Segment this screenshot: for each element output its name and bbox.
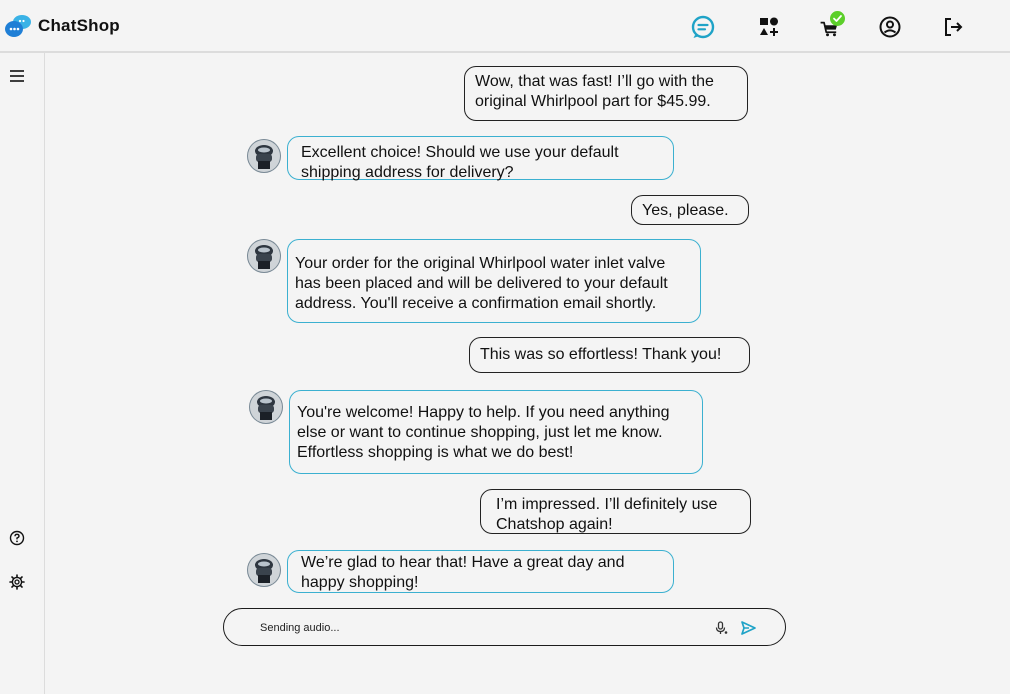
robot-avatar-icon <box>257 396 275 420</box>
bot-message: You're welcome! Happy to help. If you ne… <box>289 390 703 474</box>
brand[interactable]: ChatShop <box>4 10 120 42</box>
user-message: Yes, please. <box>631 195 749 225</box>
message-input[interactable] <box>258 617 682 639</box>
user-message: This was so effortless! Thank you! <box>469 337 750 373</box>
bot-avatar <box>247 553 281 587</box>
menu-icon[interactable] <box>7 66 27 86</box>
settings-icon[interactable] <box>7 572 27 592</box>
user-message: I’m impressed. I’ll definitely use Chats… <box>480 489 751 534</box>
top-header: ChatShop <box>0 0 1010 53</box>
logout-icon[interactable] <box>940 14 966 40</box>
bot-avatar <box>247 239 281 273</box>
robot-avatar-icon <box>255 559 273 583</box>
robot-avatar-icon <box>255 245 273 269</box>
bot-avatar <box>247 139 281 173</box>
help-icon[interactable] <box>7 528 27 548</box>
account-icon[interactable] <box>877 14 903 40</box>
app-name: ChatShop <box>38 16 120 35</box>
sidebar <box>0 53 45 694</box>
chat-thread: Wow, that was fast! I’ll go with the ori… <box>45 53 1010 694</box>
cart-status-badge <box>830 11 845 26</box>
chat-icon[interactable] <box>690 14 716 40</box>
categories-add-icon[interactable] <box>756 14 782 40</box>
chatshop-logo <box>5 15 31 37</box>
robot-avatar-icon <box>255 145 273 169</box>
user-message: Wow, that was fast! I’ll go with the ori… <box>464 66 748 121</box>
message-composer <box>223 608 786 646</box>
bot-avatar <box>249 390 283 424</box>
bot-message: Your order for the original Whirlpool wa… <box>287 239 701 323</box>
bot-message: We’re glad to hear that! Have a great da… <box>287 550 674 593</box>
check-icon <box>830 11 845 26</box>
send-icon[interactable] <box>739 619 757 637</box>
bot-message: Excellent choice! Should we use your def… <box>287 136 674 181</box>
microphone-icon[interactable] <box>713 620 729 636</box>
